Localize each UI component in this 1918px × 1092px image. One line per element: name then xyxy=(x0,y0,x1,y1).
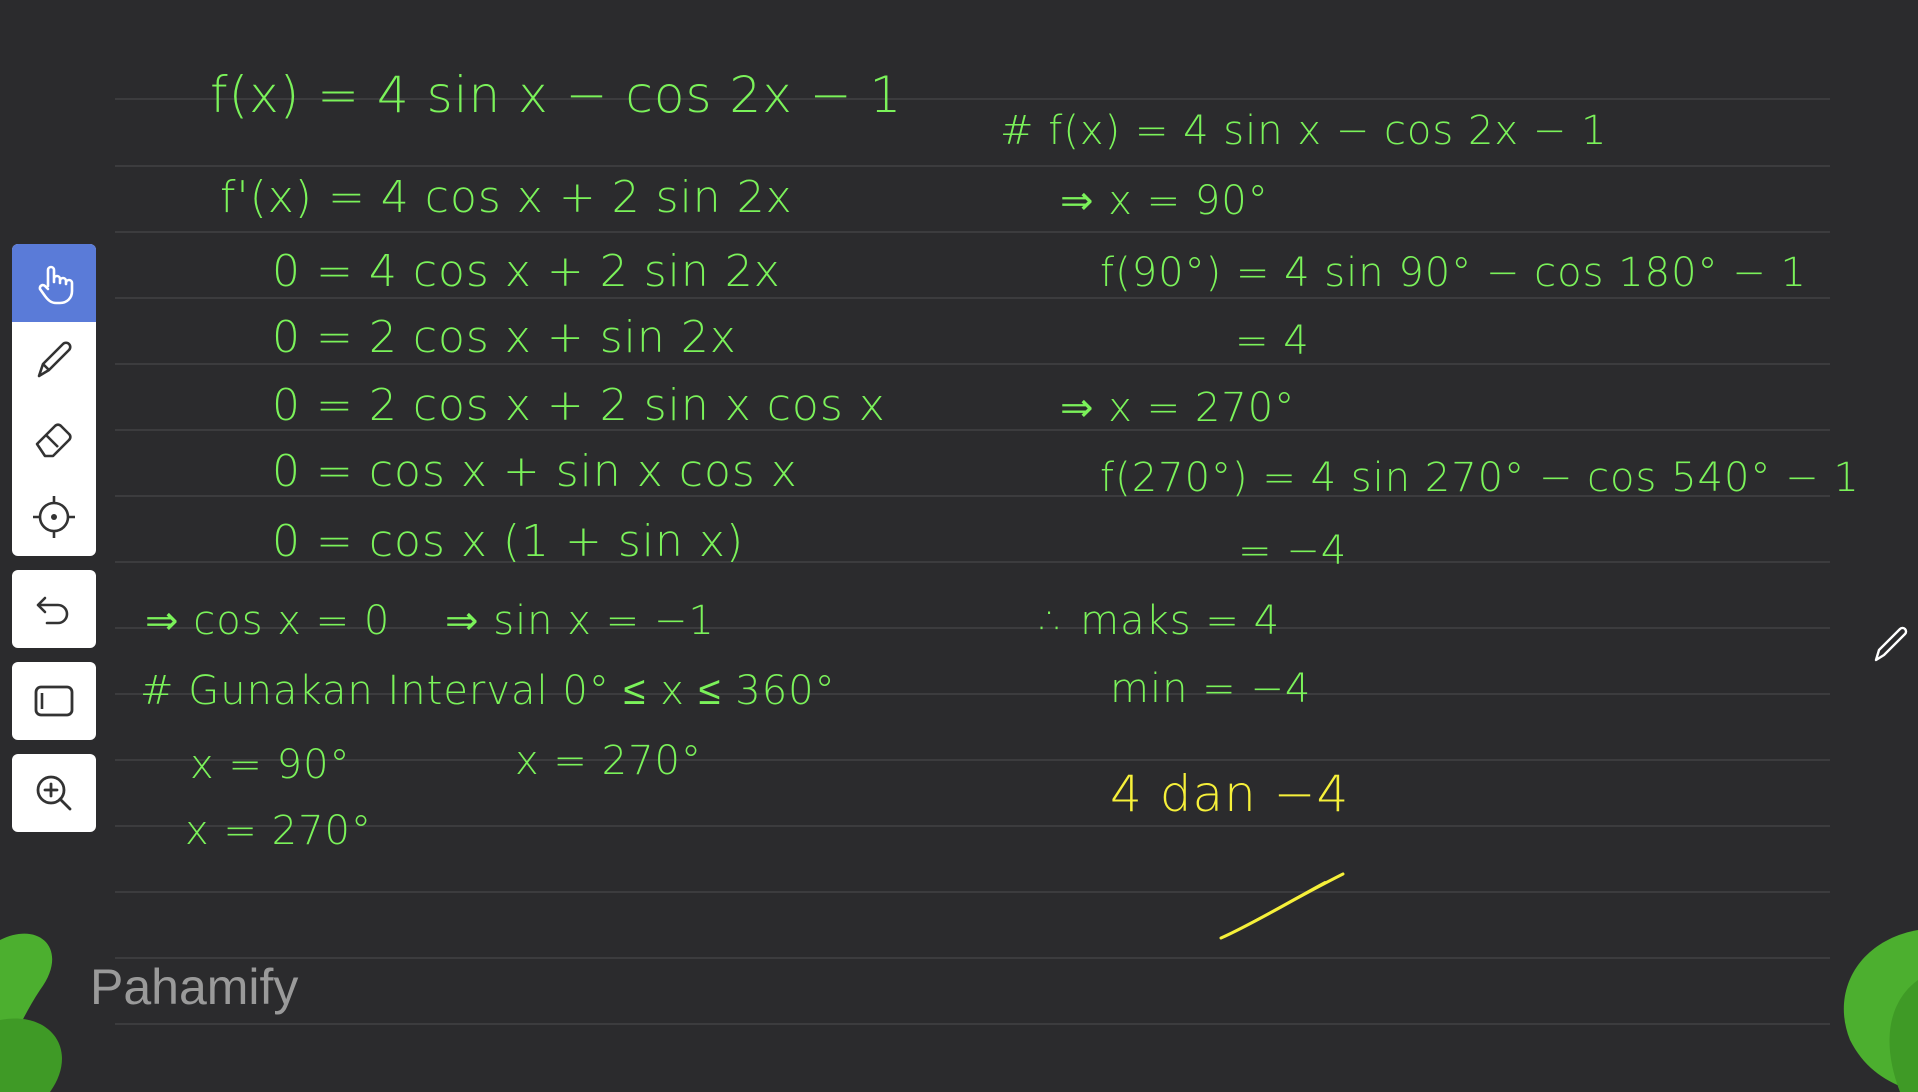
interval-title: # Gunakan Interval 0° ≤ x ≤ 360° xyxy=(140,668,836,714)
case-sin-minus-one: ⇒ sin x = −1 xyxy=(445,598,715,644)
interval-x-270-right: x = 270° xyxy=(515,738,702,784)
hand-pointer-icon[interactable] xyxy=(12,244,96,322)
right-f-90-result: = 4 xyxy=(1235,318,1310,364)
right-f-270-result: = −4 xyxy=(1238,528,1348,574)
result-maks: ∴ maks = 4 xyxy=(1040,598,1281,644)
right-x-270: ⇒ x = 270° xyxy=(1060,385,1296,431)
right-f-90: f(90°) = 4 sin 90° − cos 180° − 1 xyxy=(1100,250,1807,296)
interval-x-270: x = 270° xyxy=(185,808,372,854)
line-zero-4: 0 = cos x + sin x cos x xyxy=(272,446,798,497)
undo-icon[interactable] xyxy=(12,570,96,648)
move-icon[interactable] xyxy=(12,478,96,556)
drawing-toolbar xyxy=(12,244,96,846)
pahamify-logo: Pahamify xyxy=(90,959,299,1015)
line-derivative: f'(x) = 4 cos x + 2 sin 2x xyxy=(220,172,793,223)
zoom-in-icon[interactable] xyxy=(12,754,96,832)
leaf-decoration-right xyxy=(1843,930,1918,1092)
pen-cursor-icon xyxy=(1874,626,1908,662)
result-min: min = −4 xyxy=(1110,666,1312,712)
pen-icon[interactable] xyxy=(12,322,96,400)
underline-stroke xyxy=(1219,872,1345,940)
eraser-icon[interactable] xyxy=(12,400,96,478)
tool-group-main xyxy=(12,244,96,556)
tool-group-shape xyxy=(12,662,96,740)
right-x-90: ⇒ x = 90° xyxy=(1060,178,1269,224)
line-fx: f(x) = 4 sin x − cos 2x − 1 xyxy=(210,66,903,124)
right-title: # f(x) = 4 sin x − cos 2x − 1 xyxy=(1000,108,1608,154)
line-zero-2: 0 = 2 cos x + sin 2x xyxy=(272,312,737,363)
tool-group-undo xyxy=(12,570,96,648)
interval-x-90: x = 90° xyxy=(190,742,351,788)
tool-group-zoom xyxy=(12,754,96,832)
right-f-270: f(270°) = 4 sin 270° − cos 540° − 1 xyxy=(1100,455,1860,501)
line-zero-3: 0 = 2 cos x + 2 sin x cos x xyxy=(272,380,886,431)
rectangle-icon[interactable] xyxy=(12,662,96,740)
line-zero-5: 0 = cos x (1 + sin x) xyxy=(272,516,745,567)
final-answer: 4 dan −4 xyxy=(1110,765,1350,823)
case-cos-zero: ⇒ cos x = 0 xyxy=(145,598,391,644)
line-zero-1: 0 = 4 cos x + 2 sin 2x xyxy=(272,246,781,297)
